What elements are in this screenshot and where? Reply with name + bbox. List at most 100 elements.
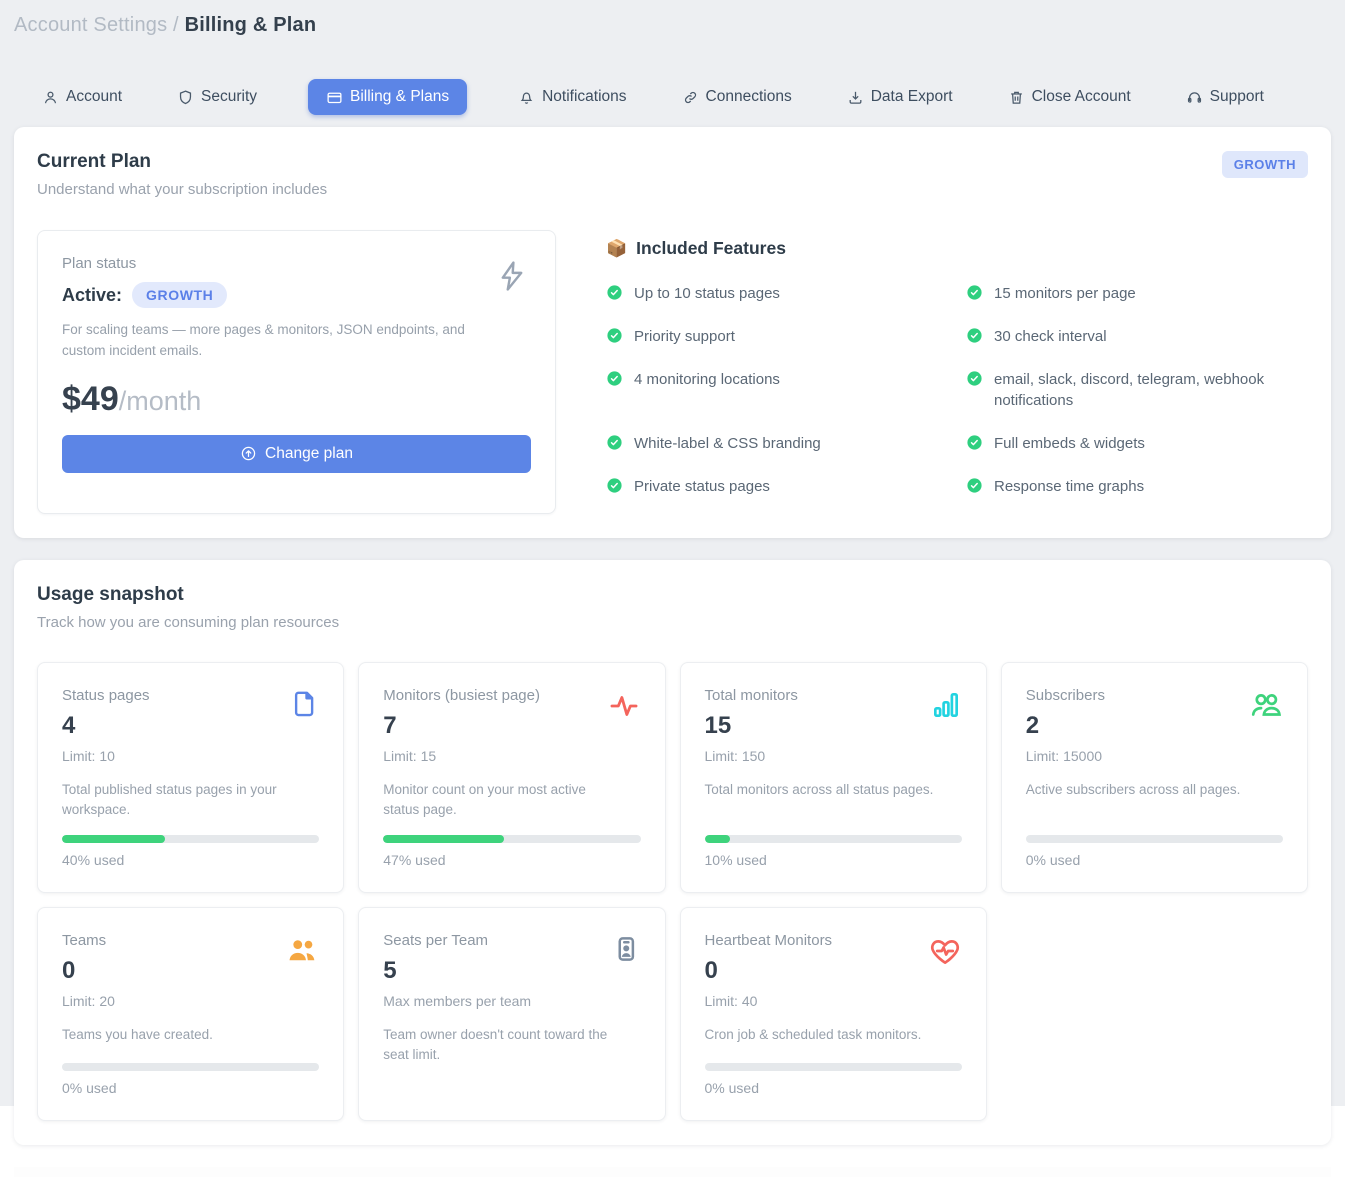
check-circle-icon [966, 477, 983, 494]
file-icon [289, 689, 319, 724]
usage-card-limit: Limit: 10 [62, 748, 319, 764]
usage-card-used: 10% used [705, 852, 962, 868]
usage-card-desc: Active subscribers across all pages. [1026, 780, 1266, 800]
features-grid: Up to 10 status pages 15 monitors per pa… [606, 283, 1308, 498]
check-circle-icon [966, 327, 983, 344]
usage-card-limit: Limit: 150 [705, 748, 962, 764]
tab-security[interactable]: Security [173, 79, 261, 115]
usage-card-title: Heartbeat Monitors [705, 932, 962, 949]
usage-card-limit: Limit: 40 [705, 993, 962, 1009]
usage-card-limit: Limit: 20 [62, 993, 319, 1009]
package-icon: 📦 [606, 239, 627, 259]
plan-status-card: Plan status Active: GROWTH For scaling t… [37, 230, 556, 514]
check-circle-icon [966, 284, 983, 301]
usage-card-monitors-busiest: Monitors (busiest page) 7 Limit: 15 Moni… [358, 662, 665, 893]
usage-card-subscribers: Subscribers 2 Limit: 15000 Active subscr… [1001, 662, 1308, 893]
check-circle-icon [606, 327, 623, 344]
usage-card-desc: Teams you have created. [62, 1025, 302, 1045]
users-filled-icon [285, 934, 319, 973]
tab-label: Security [201, 88, 257, 106]
tab-connections[interactable]: Connections [678, 79, 796, 115]
usage-card-value: 0 [705, 957, 962, 985]
plan-description: For scaling teams — more pages & monitor… [62, 320, 482, 362]
feature-item: 30 check interval [966, 326, 1296, 348]
breadcrumb-section[interactable]: Account Settings / [14, 14, 179, 36]
plan-growth-badge: GROWTH [132, 282, 227, 308]
progress-track [705, 835, 962, 843]
usage-card-limit: Limit: 15 [383, 748, 640, 764]
tab-close-account[interactable]: Close Account [1004, 79, 1135, 115]
usage-card-desc: Monitor count on your most active status… [383, 780, 623, 821]
feature-item: White-label & CSS branding [606, 433, 936, 455]
usage-card-value: 15 [705, 712, 962, 740]
check-circle-icon [606, 370, 623, 387]
usage-card-total-monitors: Total monitors 15 Limit: 150 Total monit… [680, 662, 987, 893]
usage-card-title: Seats per Team [383, 932, 640, 949]
trash-icon [1008, 89, 1025, 106]
usage-card-desc: Total published status pages in your wor… [62, 780, 302, 821]
tab-billing-plans[interactable]: Billing & Plans [308, 79, 467, 115]
usage-card-teams: Teams 0 Limit: 20 Teams you have created… [37, 907, 344, 1122]
billing-plan-page: Account Settings / Billing & Plan Accoun… [0, 0, 1345, 1177]
change-plan-button[interactable]: Change plan [62, 435, 531, 473]
price-period: /month [119, 386, 202, 416]
link-icon [682, 89, 699, 106]
person-icon [42, 89, 59, 106]
tab-data-export[interactable]: Data Export [843, 79, 957, 115]
tab-label: Connections [706, 88, 792, 106]
tab-label: Close Account [1032, 88, 1131, 106]
usage-card-desc: Cron job & scheduled task monitors. [705, 1025, 945, 1045]
usage-grid: Status pages 4 Limit: 10 Total published… [37, 662, 1308, 1121]
tab-label: Data Export [871, 88, 953, 106]
usage-card-desc: Total monitors across all status pages. [705, 780, 945, 800]
tab-label: Billing & Plans [350, 88, 449, 106]
usage-card-seats-per-team: Seats per Team 5 Max members per team Te… [358, 907, 665, 1122]
tab-account[interactable]: Account [38, 79, 126, 115]
feature-label: Private status pages [634, 476, 770, 498]
feature-item: Full embeds & widgets [966, 433, 1296, 455]
shield-icon [177, 89, 194, 106]
usage-card-title: Teams [62, 932, 319, 949]
feature-item: Response time graphs [966, 476, 1296, 498]
arrow-up-circle-icon [240, 445, 257, 462]
feature-label: Priority support [634, 326, 735, 348]
users-outline-icon [1249, 689, 1283, 728]
usage-card-title: Monitors (busiest page) [383, 687, 640, 704]
price-amount: $49 [62, 380, 119, 418]
bar-chart-icon [930, 689, 962, 726]
tab-label: Account [66, 88, 122, 106]
feature-label: Response time graphs [994, 476, 1144, 498]
tab-support[interactable]: Support [1182, 79, 1268, 115]
usage-card-title: Subscribers [1026, 687, 1283, 704]
usage-snapshot-section: Usage snapshot Track how you are consumi… [14, 560, 1331, 1145]
feature-label: Up to 10 status pages [634, 283, 780, 305]
check-circle-icon [606, 284, 623, 301]
feature-label: 30 check interval [994, 326, 1107, 348]
feature-label: White-label & CSS branding [634, 433, 821, 455]
usage-card-limit: Limit: 15000 [1026, 748, 1283, 764]
usage-title: Usage snapshot [37, 584, 1308, 606]
bell-icon [518, 89, 535, 106]
progress-fill [62, 835, 165, 843]
progress-track [383, 835, 640, 843]
current-plan-title: Current Plan [37, 151, 327, 173]
usage-card-heartbeat-monitors: Heartbeat Monitors 0 Limit: 40 Cron job … [680, 907, 987, 1122]
features-title: Included Features [636, 238, 786, 259]
usage-card-value: 7 [383, 712, 640, 740]
feature-label: email, slack, discord, telegram, webhook… [994, 369, 1296, 413]
feature-item: Private status pages [606, 476, 936, 498]
usage-card-used: 0% used [62, 1080, 319, 1096]
usage-card-used: 40% used [62, 852, 319, 868]
plan-chip-badge: GROWTH [1222, 151, 1308, 178]
progress-track [62, 835, 319, 843]
check-circle-icon [606, 477, 623, 494]
progress-track [1026, 835, 1283, 843]
usage-card-used: 47% used [383, 852, 640, 868]
headset-icon [1186, 89, 1203, 106]
usage-card-limit: Max members per team [383, 993, 640, 1009]
usage-card-used: 0% used [705, 1080, 962, 1096]
tab-notifications[interactable]: Notifications [514, 79, 630, 115]
current-plan-section: Current Plan Understand what your subscr… [14, 127, 1331, 538]
check-circle-icon [966, 370, 983, 387]
progress-track [62, 1063, 319, 1071]
